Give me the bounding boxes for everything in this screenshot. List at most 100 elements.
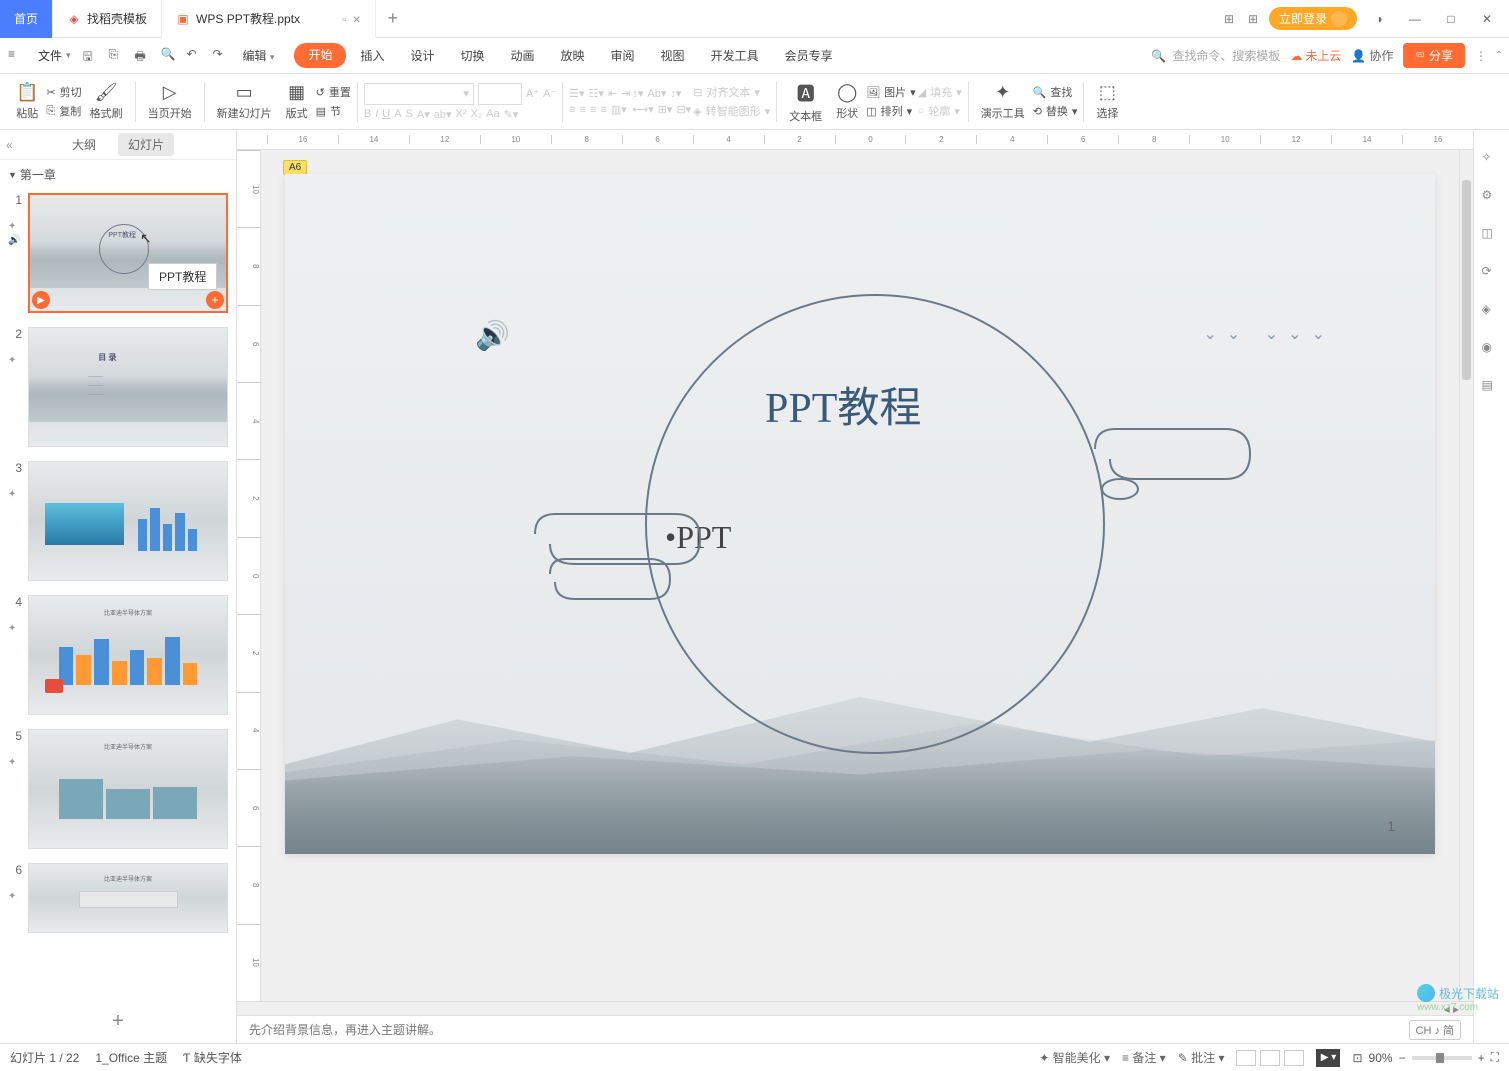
help-icon[interactable]: ◉ bbox=[1482, 340, 1502, 360]
italic-icon[interactable]: I bbox=[375, 108, 378, 120]
scrollbar-horizontal[interactable]: ◂ ▸ bbox=[237, 1001, 1473, 1015]
tab-transition[interactable]: 切换 bbox=[448, 43, 496, 68]
picture-button[interactable]: 🖼图片▾ bbox=[866, 84, 916, 100]
new-slide-button[interactable]: ▭新建幻灯片 bbox=[211, 80, 278, 123]
subscript-icon[interactable]: X₂ bbox=[471, 108, 483, 120]
notes-bar[interactable]: 先介绍背景信息，再进入主题讲解。 CH ♪ 简 bbox=[237, 1015, 1473, 1043]
export-icon[interactable]: ⎘ bbox=[109, 47, 127, 65]
tab-view[interactable]: 视图 bbox=[649, 43, 697, 68]
vert-text-icon[interactable]: ↕▾ bbox=[670, 87, 681, 100]
outline-tab[interactable]: 大纲 bbox=[62, 133, 106, 156]
section-button[interactable]: ▤节 bbox=[316, 103, 351, 119]
spacing-icon[interactable]: ⟷▾ bbox=[632, 103, 653, 116]
tab-start[interactable]: 开始 bbox=[294, 43, 346, 68]
slide-thumbnail-3[interactable]: 3✦ bbox=[8, 461, 228, 581]
ime-indicator[interactable]: CH ♪ 简 bbox=[1409, 1020, 1462, 1040]
close-button[interactable]: ✕ bbox=[1473, 5, 1501, 33]
chapter-label[interactable]: ▼第一章 bbox=[0, 160, 236, 189]
scrollbar-vertical[interactable] bbox=[1459, 150, 1473, 1001]
tab-document[interactable]: ▣WPS PPT教程.pptx▫× bbox=[162, 0, 375, 38]
fill-button[interactable]: ◢填充▾ bbox=[918, 84, 962, 100]
bold-icon[interactable]: B bbox=[364, 108, 371, 120]
beautify-button[interactable]: ✦ 智能美化 ▾ bbox=[1039, 1049, 1110, 1066]
font-size-select[interactable] bbox=[478, 83, 522, 105]
note-tag-a6[interactable]: A6 bbox=[283, 160, 307, 175]
more-icon[interactable]: ⋮ bbox=[1475, 49, 1487, 63]
save-icon[interactable]: 🖫 bbox=[83, 47, 101, 65]
tab-member[interactable]: 会员专享 bbox=[773, 43, 845, 68]
underline-icon[interactable]: U bbox=[382, 108, 390, 120]
collapse-icon[interactable]: « bbox=[6, 138, 13, 152]
style-icon[interactable]: ◫ bbox=[1482, 226, 1502, 246]
tab-animation[interactable]: 动画 bbox=[499, 43, 547, 68]
slide-thumbnail-2[interactable]: 2✦ 目 录————————— bbox=[8, 327, 228, 447]
indent-dec-icon[interactable]: ⇤ bbox=[608, 87, 617, 100]
highlight-icon[interactable]: ab▾ bbox=[434, 108, 452, 121]
settings-icon[interactable]: ⚙ bbox=[1482, 188, 1502, 208]
tab-icon[interactable]: ⊟▾ bbox=[676, 103, 691, 116]
font-select[interactable]: ▾ bbox=[364, 83, 474, 105]
theme-name[interactable]: 1_Office 主题 bbox=[95, 1049, 167, 1066]
hamburger-icon[interactable]: ≡ bbox=[8, 47, 26, 65]
clear-format-icon[interactable]: ✎▾ bbox=[504, 108, 519, 121]
normal-view-button[interactable] bbox=[1236, 1050, 1256, 1066]
zoom-fit-button[interactable]: ⛶ bbox=[1491, 1050, 1499, 1065]
reset-button[interactable]: ↺重置 bbox=[316, 84, 351, 100]
maximize-button[interactable]: □ bbox=[1437, 5, 1465, 33]
tab-design[interactable]: 设计 bbox=[398, 43, 446, 68]
tab-home[interactable]: 首页 bbox=[0, 0, 53, 38]
undo-icon[interactable]: ↶ bbox=[187, 47, 205, 65]
comments-button[interactable]: ✎ 批注 ▾ bbox=[1178, 1049, 1225, 1066]
replace-button[interactable]: ⟲替换▾ bbox=[1033, 103, 1078, 119]
align-justify-icon[interactable]: ≡ bbox=[600, 104, 606, 116]
font-shrink-icon[interactable]: A⁻ bbox=[543, 87, 556, 100]
layout-button[interactable]: ▦版式 bbox=[280, 80, 314, 123]
from-current-button[interactable]: ▷当页开始 bbox=[142, 80, 198, 123]
cut-button[interactable]: ✂剪切 bbox=[46, 84, 81, 100]
outline-button[interactable]: ○轮廓▾ bbox=[918, 103, 962, 119]
preview-icon[interactable]: 🔍 bbox=[161, 47, 179, 65]
superscript-icon[interactable]: X² bbox=[456, 108, 467, 120]
close-icon[interactable]: × bbox=[352, 11, 360, 27]
tab-menu-icon[interactable]: ▫ bbox=[342, 12, 346, 26]
layout-icon[interactable]: ⊞ bbox=[1221, 11, 1237, 27]
tab-insert[interactable]: 插入 bbox=[348, 43, 396, 68]
strikethrough-icon[interactable]: A bbox=[394, 108, 401, 120]
notes-button[interactable]: ≡ 备注 ▾ bbox=[1122, 1049, 1166, 1066]
collab-button[interactable]: 👤协作 bbox=[1351, 47, 1393, 64]
edit-dropdown[interactable]: 编辑 ▾ bbox=[235, 43, 283, 68]
slide-canvas[interactable]: PPT教程 •PPT ⌄⌄ ⌄⌄⌄ 🔊 1 bbox=[285, 174, 1435, 854]
indent-inc-icon[interactable]: ⇥ bbox=[621, 87, 630, 100]
tab-review[interactable]: 审阅 bbox=[599, 43, 647, 68]
tab-add-button[interactable]: + bbox=[376, 8, 411, 29]
file-menu[interactable]: 文件▾ bbox=[30, 43, 79, 68]
apps-icon[interactable]: ⊞ bbox=[1245, 11, 1261, 27]
minimize-button[interactable]: — bbox=[1401, 5, 1429, 33]
slide-title[interactable]: PPT教程 bbox=[765, 374, 921, 435]
shape-button[interactable]: ◯形状 bbox=[830, 80, 864, 123]
resource-icon[interactable]: ◈ bbox=[1482, 302, 1502, 322]
zoom-level[interactable]: 90% bbox=[1369, 1051, 1393, 1065]
print-icon[interactable]: 🖶 bbox=[135, 47, 153, 65]
demo-tools-button[interactable]: ✦演示工具 bbox=[975, 80, 1031, 123]
text-box-button[interactable]: 🅰文本框 bbox=[783, 78, 828, 126]
numbering-icon[interactable]: ☷▾ bbox=[589, 87, 604, 100]
format-painter-button[interactable]: 🖌格式刷 bbox=[84, 80, 129, 123]
tab-slideshow[interactable]: 放映 bbox=[549, 43, 597, 68]
add-thumb-icon[interactable]: + bbox=[206, 291, 224, 309]
ai-icon[interactable]: ✧ bbox=[1482, 150, 1502, 170]
font-grow-icon[interactable]: A⁺ bbox=[526, 87, 539, 100]
theme-button[interactable]: ◑ bbox=[1365, 5, 1393, 33]
convert-smart-button[interactable]: ◈转智能图形▾ bbox=[693, 103, 770, 119]
align-center-icon[interactable]: ≡ bbox=[580, 104, 586, 116]
missing-font[interactable]: Ƭ 缺失字体 bbox=[183, 1049, 242, 1066]
tab-devtools[interactable]: 开发工具 bbox=[699, 43, 771, 68]
sorter-view-button[interactable] bbox=[1260, 1050, 1280, 1066]
text-dir-icon[interactable]: Ab▾ bbox=[647, 87, 666, 100]
slideshow-button[interactable]: ▶ ▾ bbox=[1316, 1049, 1340, 1067]
redo-icon[interactable]: ↷ bbox=[213, 47, 231, 65]
columns-icon[interactable]: ▥▾ bbox=[611, 103, 627, 116]
zoom-slider[interactable] bbox=[1412, 1056, 1472, 1060]
zoom-in-button[interactable]: + bbox=[1478, 1051, 1485, 1065]
share-button[interactable]: ⮹分享 bbox=[1403, 43, 1465, 68]
